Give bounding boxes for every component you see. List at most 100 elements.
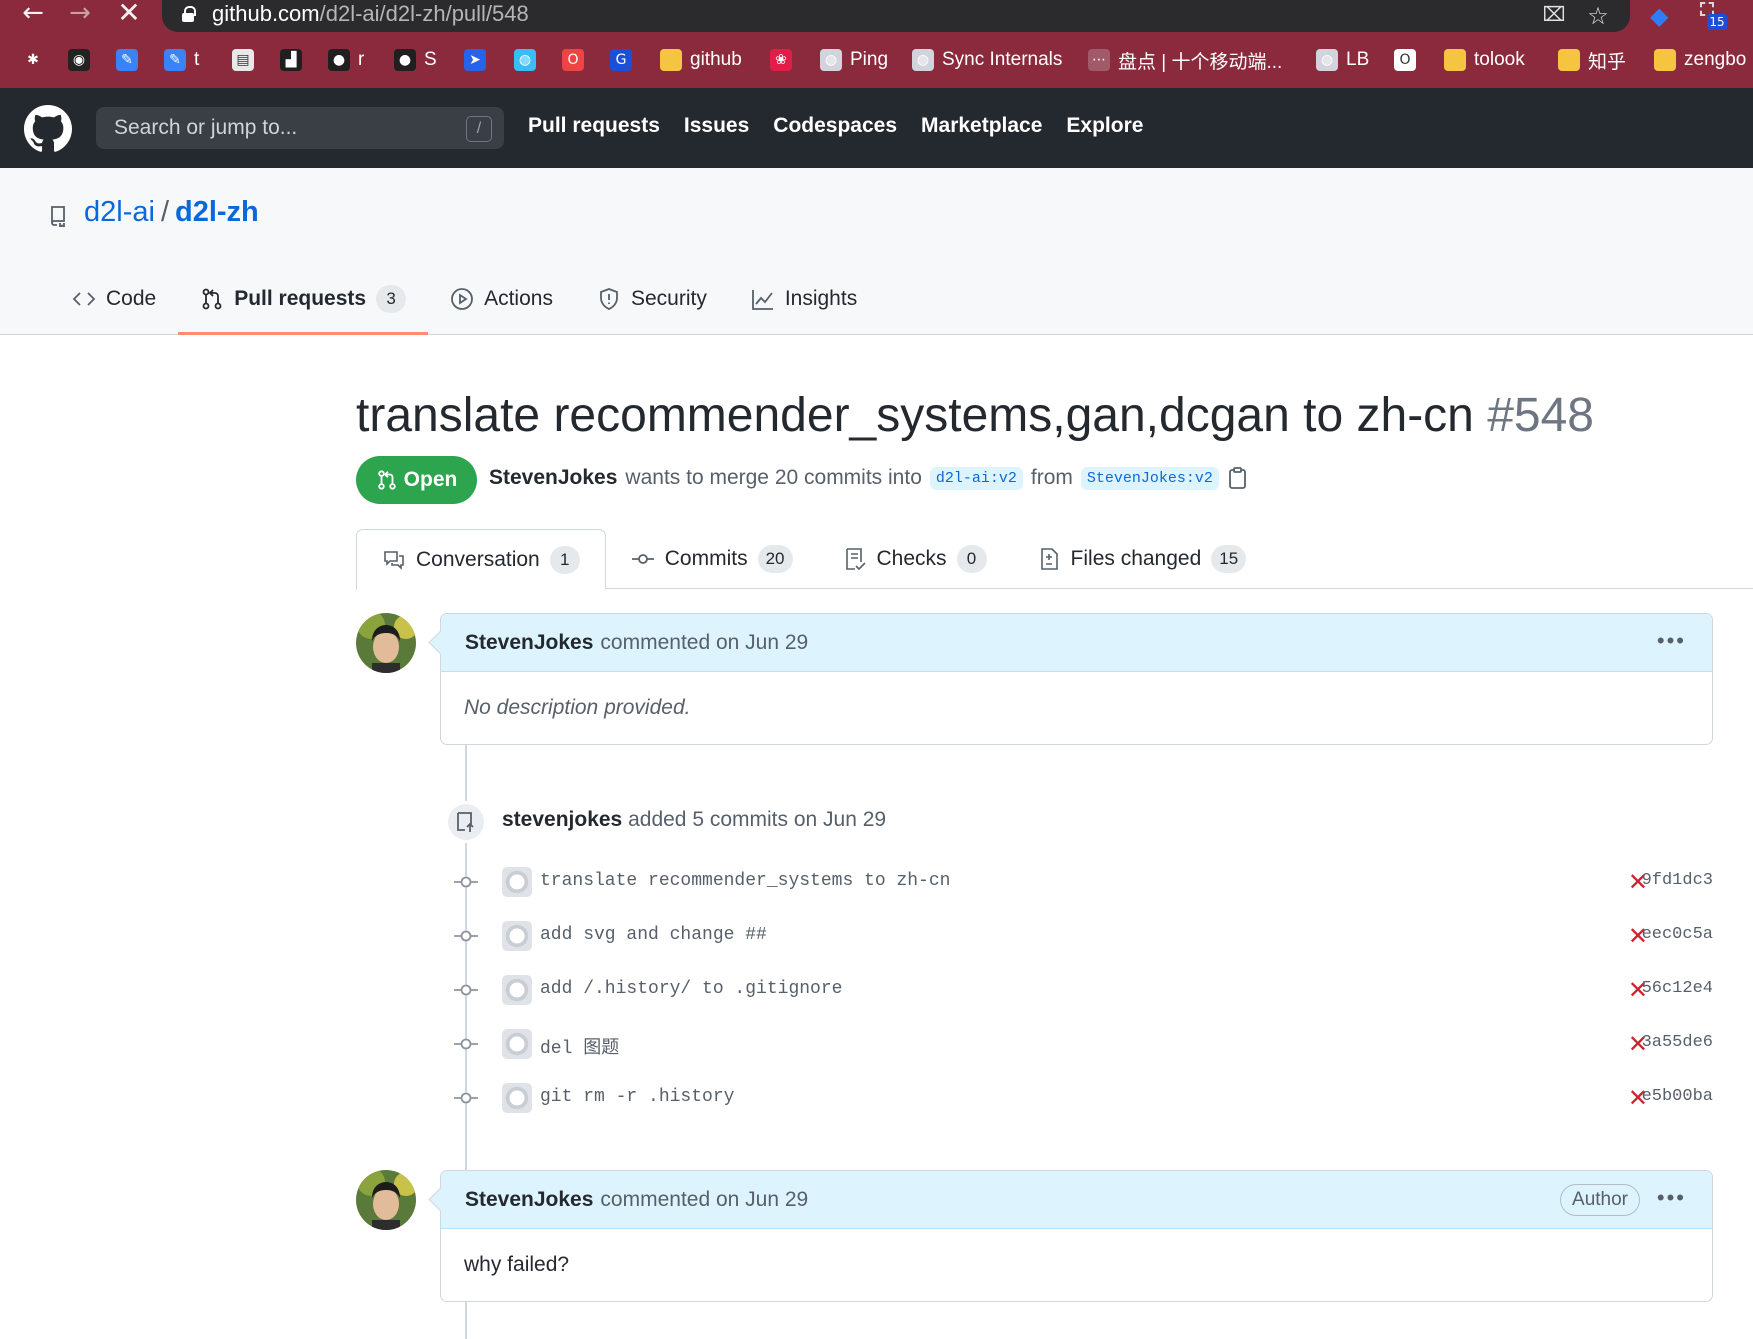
bookmark-item[interactable]: ✎ (116, 42, 138, 78)
event-actor-link[interactable]: stevenjokes (502, 808, 622, 831)
nav-explore[interactable]: Explore (1066, 114, 1143, 138)
bookmark-item[interactable]: ✱ (22, 42, 44, 78)
repo-name-link[interactable]: d2l-zh (175, 196, 259, 228)
bookmark-label: S (424, 49, 437, 70)
bookmark-item[interactable]: zengbo (1654, 42, 1746, 78)
repo-tab-code[interactable]: Code (50, 264, 178, 334)
commit-sha[interactable]: 9fd1dc3 (1642, 871, 1713, 890)
avatar[interactable] (356, 1170, 416, 1230)
bookmark-item[interactable]: ◍ (514, 42, 536, 78)
bookmark-item[interactable]: ● r (328, 42, 364, 78)
commit-node-icon (454, 1092, 478, 1104)
commit-icon (631, 554, 654, 564)
folder-icon (1654, 49, 1676, 71)
comment-meta[interactable]: commented on Jun 29 (600, 631, 808, 655)
commit-author-avatar[interactable] (502, 867, 532, 897)
nav-pull-requests[interactable]: Pull requests (528, 114, 660, 138)
base-branch[interactable]: d2l-ai:v2 (929, 466, 1023, 490)
lock-icon (182, 6, 196, 22)
repo-owner-link[interactable]: d2l-ai (84, 196, 155, 228)
folder-icon (1444, 49, 1466, 71)
push-event-badge (445, 801, 487, 843)
commit-message[interactable]: add /.history/ to .gitignore (540, 979, 842, 999)
commit-sha[interactable]: eec0c5a (1642, 925, 1713, 944)
bookmark-item[interactable]: G (610, 42, 632, 78)
nav-marketplace[interactable]: Marketplace (921, 114, 1042, 138)
comment-header: StevenJokes commented on Jun 29 ••• (441, 614, 1712, 672)
bookmark-item[interactable]: ◍ Sync Internals (912, 42, 1062, 78)
commit-message[interactable]: git rm -r .history (540, 1087, 734, 1107)
bookmark-label: 知乎 (1588, 51, 1627, 73)
pr-tab-label: Conversation (416, 547, 540, 571)
repo-push-icon (457, 812, 474, 832)
comment-author-link[interactable]: StevenJokes (465, 1188, 593, 1212)
globe-icon: ◍ (1316, 49, 1338, 71)
head-branch[interactable]: StevenJokes:v2 (1080, 466, 1219, 490)
commit-message[interactable]: del 图题 (540, 1033, 619, 1059)
search-input[interactable]: Search or jump to... / (96, 107, 504, 149)
forward-arrow-icon[interactable]: → (65, 0, 95, 28)
pr-tab-conversation[interactable]: Conversation 1 (356, 529, 606, 590)
bookmark-item[interactable]: ➤ (464, 42, 486, 78)
bookmark-item[interactable]: ▤ (232, 42, 254, 78)
avatar[interactable] (356, 613, 416, 673)
repo-tab-pull-requests[interactable]: Pull requests 3 (178, 264, 428, 335)
more-options-icon[interactable]: ••• (1657, 1185, 1686, 1211)
bookmark-item[interactable]: O (1394, 42, 1416, 78)
play-icon (451, 288, 473, 310)
more-options-icon[interactable]: ••• (1657, 628, 1686, 654)
bookmark-label: Ping (850, 49, 889, 70)
commit-author-avatar[interactable] (502, 975, 532, 1005)
pr-tab-files-changed[interactable]: Files changed 15 (1012, 529, 1272, 589)
repo-tab-security[interactable]: Security (575, 264, 729, 334)
back-arrow-icon[interactable]: ← (18, 0, 48, 28)
bookmark-item[interactable]: ❀ (770, 42, 792, 78)
nav-issues[interactable]: Issues (684, 114, 749, 138)
bookmark-item[interactable]: 知乎 (1558, 42, 1626, 78)
commit-sha[interactable]: 3a55de6 (1642, 1033, 1713, 1052)
bookmark-label: 盘点 | 十个移动端... (1118, 51, 1283, 73)
globe-icon: ◍ (514, 49, 536, 71)
url-text[interactable]: github.com/d2l-ai/d2l-zh/pull/548 (212, 1, 529, 27)
clipboard-copy-icon[interactable] (1227, 466, 1249, 490)
commit-author-avatar[interactable] (502, 1083, 532, 1113)
browser-chrome: ← → ✕ github.com/d2l-ai/d2l-zh/pull/548 … (0, 0, 1753, 88)
translate-icon[interactable]: ⌧ (1542, 2, 1566, 26)
repo-tab-actions[interactable]: Actions (428, 264, 575, 334)
bookmark-item[interactable]: ◉ (68, 42, 90, 78)
bookmark-item[interactable]: ⋯ 盘点 | 十个移动端... (1088, 42, 1282, 78)
pull-request-icon (377, 470, 396, 490)
bookmark-item[interactable]: tolook (1444, 42, 1525, 78)
doc-icon: ▤ (232, 49, 254, 71)
repo-tab-insights[interactable]: Insights (729, 264, 879, 334)
bookmark-star-icon[interactable]: ☆ (1586, 2, 1610, 30)
commit-author-avatar[interactable] (502, 921, 532, 951)
comment-meta[interactable]: commented on Jun 29 (600, 1188, 808, 1212)
nav-codespaces[interactable]: Codespaces (773, 114, 897, 138)
bookmark-item[interactable]: ● S (394, 42, 437, 78)
bookmark-item[interactable]: ◍ Ping (820, 42, 888, 78)
g-icon: G (610, 49, 632, 71)
stop-loading-icon[interactable]: ✕ (114, 0, 144, 28)
pr-tab-commits[interactable]: Commits 20 (606, 529, 818, 589)
commit-author-avatar[interactable] (502, 1029, 532, 1059)
bookmark-item[interactable]: ▟ (280, 42, 302, 78)
omnibox[interactable]: github.com/d2l-ai/d2l-zh/pull/548 ⌧ ☆ (162, 0, 1630, 32)
commit-message[interactable]: add svg and change ## (540, 925, 767, 945)
gem-extension-icon[interactable]: ◆ (1650, 2, 1676, 30)
pr-author-link[interactable]: StevenJokes (489, 466, 617, 490)
github-logo-icon[interactable] (24, 105, 72, 153)
bookmark-label: tolook (1474, 49, 1525, 70)
bookmark-item[interactable]: O (562, 42, 584, 78)
extension-icon[interactable]: 15 (1700, 2, 1727, 30)
bookmark-item[interactable]: github (660, 42, 742, 78)
bookmark-item[interactable]: ✎ t (164, 42, 199, 78)
pr-tab-checks[interactable]: Checks 0 (818, 529, 1012, 589)
pull-request-icon (202, 288, 222, 310)
commit-sha[interactable]: 56c12e4 (1642, 979, 1713, 998)
comment-author-link[interactable]: StevenJokes (465, 631, 593, 655)
commit-message[interactable]: translate recommender_systems to zh-cn (540, 871, 950, 891)
bookmark-item[interactable]: ◍ LB (1316, 42, 1369, 78)
commit-sha[interactable]: e5b00ba (1642, 1087, 1713, 1106)
comment-icon (384, 550, 404, 570)
